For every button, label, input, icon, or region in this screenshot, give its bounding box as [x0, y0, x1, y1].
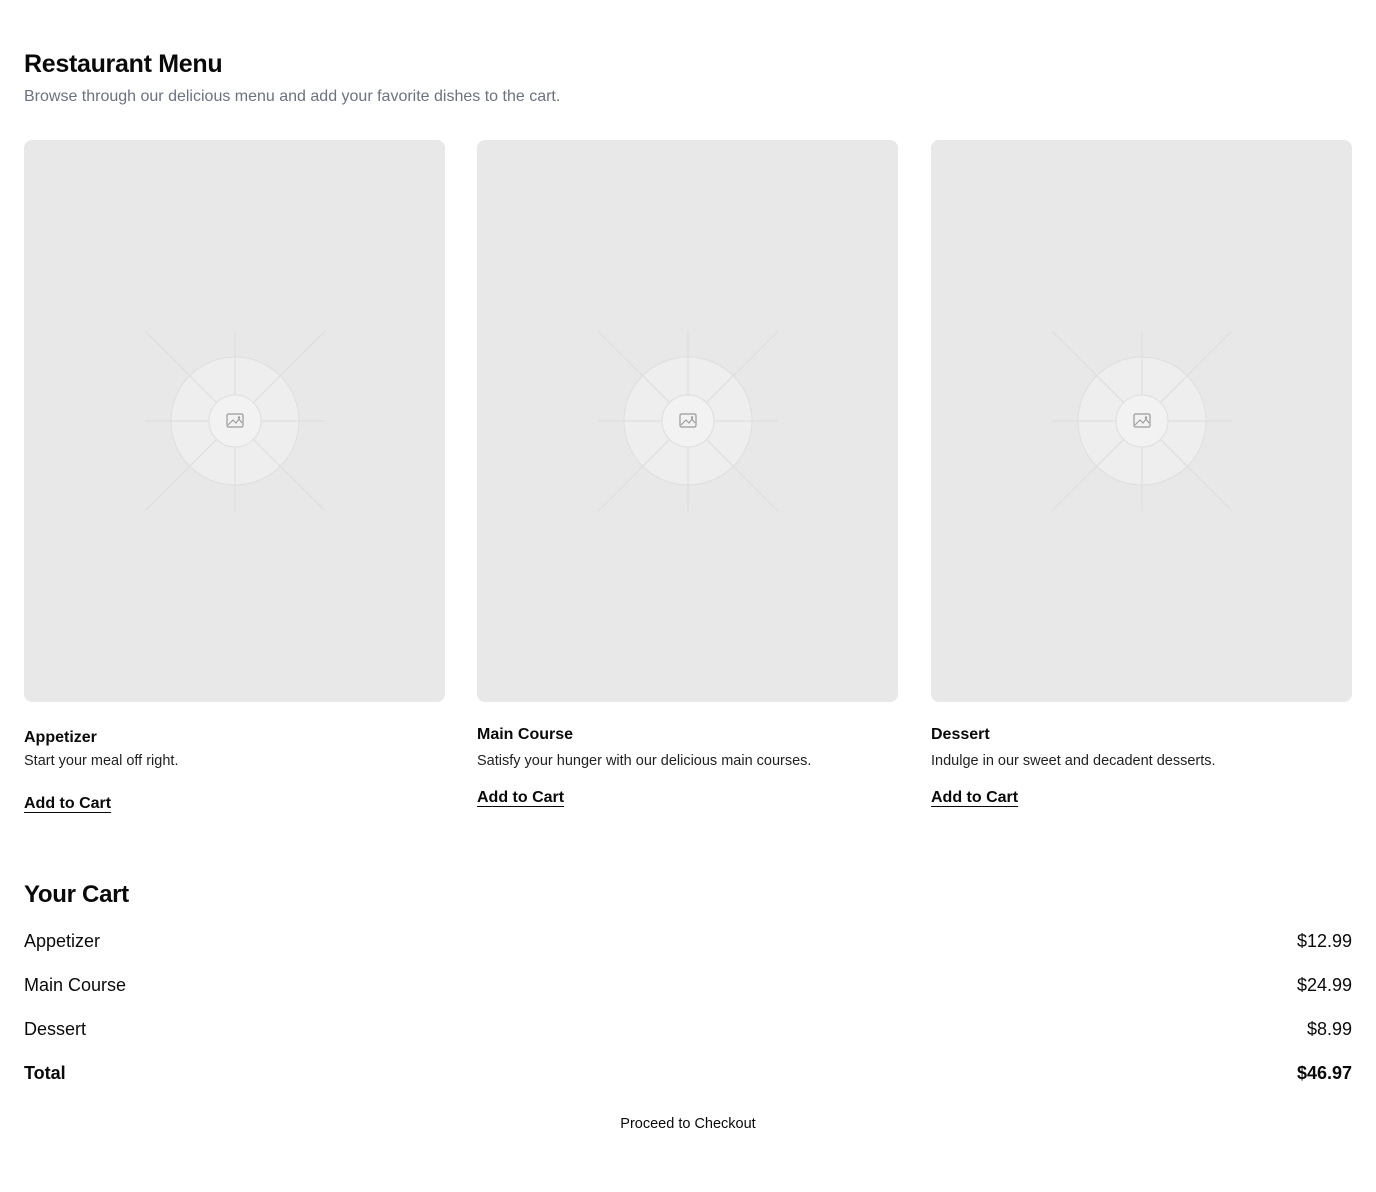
add-to-cart-button-dessert[interactable]: Add to Cart [931, 788, 1018, 808]
add-to-cart-button-appetizer[interactable]: Add to Cart [24, 794, 111, 814]
image-placeholder-icon [597, 331, 778, 511]
menu-card-description: Start your meal off right. [24, 753, 179, 769]
menu-card-title: Appetizer [24, 729, 97, 746]
cart-title: Your Cart [24, 881, 129, 908]
menu-card-appetizer: Appetizer Start your meal off right. Add… [24, 140, 445, 812]
cart-item-price: $12.99 [1296, 931, 1352, 951]
cart-item-name: Main Course [24, 975, 127, 995]
cart-item-row: Dessert $8.99 [24, 1016, 1352, 1060]
cart-item-row: Main Course $24.99 [24, 972, 1352, 1016]
proceed-to-checkout-button[interactable]: Proceed to Checkout [588, 1112, 788, 1136]
cart-item-price: $8.99 [1306, 1019, 1352, 1039]
page-title: Restaurant Menu [24, 50, 223, 78]
menu-card-dessert: Dessert Indulge in our sweet and decaden… [931, 140, 1352, 806]
cart-total-row: Total $46.97 [24, 1060, 1352, 1104]
image-placeholder-icon [1051, 331, 1232, 511]
cart-list: Appetizer $12.99 Main Course $24.99 Dess… [24, 928, 1352, 1104]
image-placeholder-icon [144, 331, 325, 511]
menu-card-title: Dessert [931, 726, 990, 743]
menu-card-image [477, 140, 898, 702]
cart-item-name: Dessert [24, 1019, 87, 1039]
page-subtitle: Browse through our delicious menu and ad… [24, 88, 561, 105]
cart-total-label: Total [24, 1063, 66, 1083]
page: Restaurant Menu Browse through our delic… [0, 0, 1376, 1192]
menu-card-title: Main Course [477, 726, 574, 743]
cart-item-row: Appetizer $12.99 [24, 928, 1352, 972]
add-to-cart-button-main-course[interactable]: Add to Cart [477, 788, 564, 808]
menu-card-main-course: Main Course Satisfy your hunger with our… [477, 140, 898, 806]
cart-total-value: $46.97 [1296, 1063, 1352, 1083]
menu-card-description: Satisfy your hunger with our delicious m… [477, 753, 812, 769]
menu-card-description: Indulge in our sweet and decadent desser… [931, 753, 1216, 769]
cart-item-name: Appetizer [24, 931, 101, 951]
cart-item-price: $24.99 [1296, 975, 1352, 995]
menu-card-image [931, 140, 1352, 702]
menu-card-image [24, 140, 445, 702]
